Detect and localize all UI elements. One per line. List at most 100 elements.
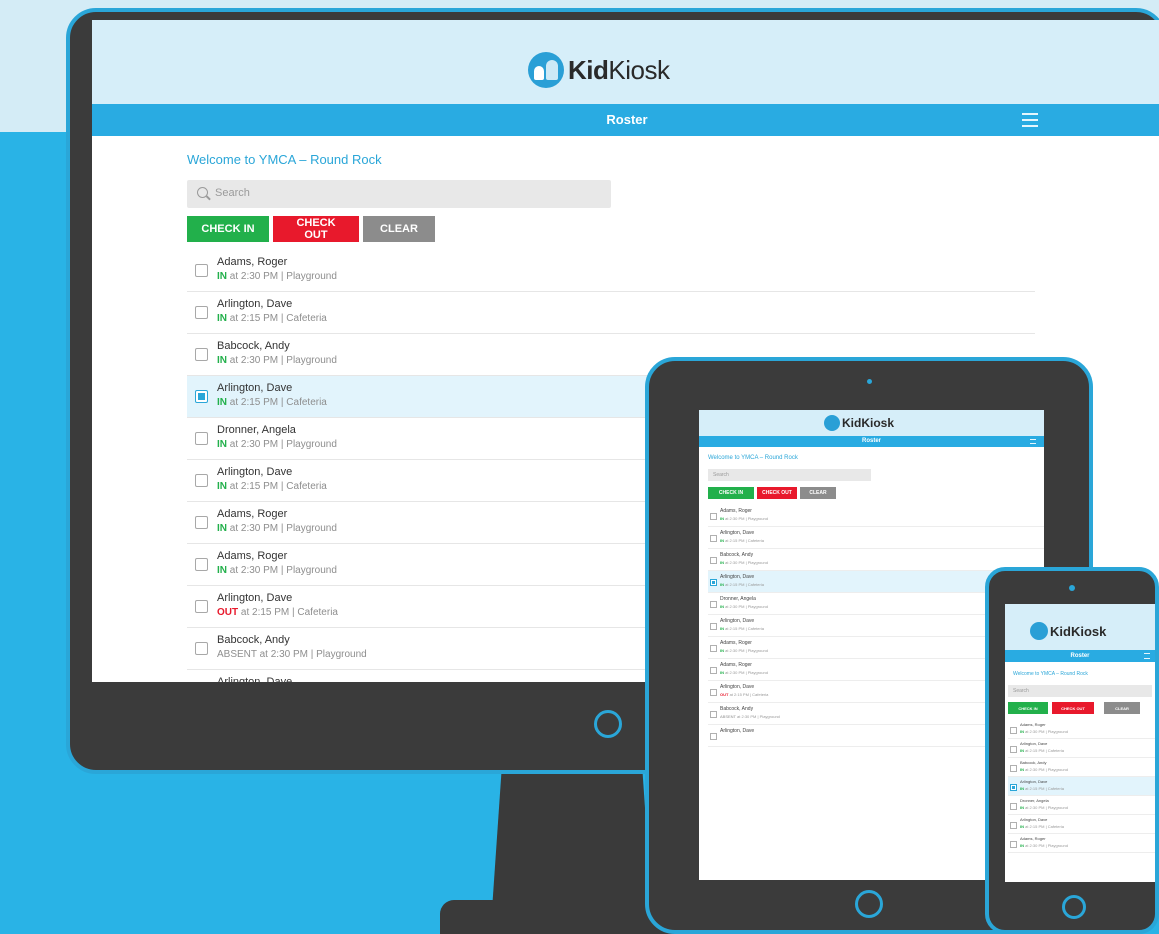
phone-roster-row[interactable]: Arlington, Dave IN at 2:15 PM | Cafeteria	[1008, 815, 1155, 834]
phone-child-name: Dronner, Angela	[1020, 798, 1049, 803]
tablet-status-detail: at 2:30 PM | Playground	[724, 648, 768, 653]
phone-roster-row[interactable]: Arlington, Dave IN at 2:15 PM | Cafeteria	[1008, 777, 1155, 796]
row-checkbox[interactable]	[195, 264, 208, 277]
tablet-status-detail: at 2:15 PM | Cafeteria	[728, 692, 769, 697]
tablet-search-input[interactable]: Search	[708, 469, 871, 481]
roster-row[interactable]: Arlington, Dave IN at 2:15 PM | Cafeteria	[187, 292, 1035, 334]
phone-row-checkbox[interactable]	[1010, 727, 1017, 734]
tablet-status-state: ABSENT	[720, 714, 736, 719]
tablet-row-checkbox[interactable]	[710, 535, 717, 542]
tablet-row-checkbox[interactable]	[710, 513, 717, 520]
tablet-child-name: Adams, Roger	[720, 662, 752, 668]
phone-home-button	[1062, 895, 1086, 919]
phone-row-checkbox[interactable]	[1010, 841, 1017, 848]
tablet-row-checkbox[interactable]	[710, 645, 717, 652]
tablet-status-detail: at 2:15 PM | Cafeteria	[724, 538, 764, 543]
row-checkbox[interactable]	[195, 348, 208, 361]
phone-check-out-button[interactable]: CHECK OUT	[1052, 702, 1094, 714]
clear-button[interactable]: CLEAR	[363, 216, 435, 242]
phone-roster-row[interactable]: Arlington, Dave IN at 2:15 PM | Cafeteria	[1008, 739, 1155, 758]
phone-child-name: Adams, Roger	[1020, 836, 1046, 841]
tablet-row-checkbox[interactable]	[710, 557, 717, 564]
tablet-row-checkbox[interactable]	[710, 711, 717, 718]
logo-text: KidKiosk	[568, 55, 670, 86]
tablet-check-in-button[interactable]: CHECK IN	[708, 487, 754, 499]
child-name: Adams, Roger	[217, 550, 288, 562]
tablet-child-name: Babcock, Andy	[720, 706, 754, 712]
phone-status-detail: at 2:30 PM | Playground	[1024, 805, 1068, 810]
phone-child-status: IN at 2:30 PM | Playground	[1020, 843, 1068, 848]
hamburger-menu-icon[interactable]	[1022, 113, 1038, 127]
status-state: IN	[217, 481, 227, 492]
phone-row-checkbox[interactable]	[1010, 746, 1017, 753]
row-checkbox[interactable]	[195, 600, 208, 613]
phone-row-checkbox[interactable]	[1010, 765, 1017, 772]
row-checkbox[interactable]	[195, 474, 208, 487]
tablet-row-checkbox[interactable]	[710, 579, 717, 586]
tablet-row-checkbox[interactable]	[710, 623, 717, 630]
kidkiosk-logo[interactable]: KidKiosk	[528, 52, 670, 88]
tablet-row-checkbox[interactable]	[710, 601, 717, 608]
tablet-status-detail: at 2:15 PM | Cafeteria	[724, 626, 764, 631]
phone-roster-row[interactable]: Dronner, Angela IN at 2:30 PM | Playgroun…	[1008, 796, 1155, 815]
tablet-action-buttons: CHECK IN CHECK OUT CLEAR	[708, 487, 1044, 499]
tablet-logo-icon	[824, 415, 840, 431]
tablet-row-checkbox[interactable]	[710, 689, 717, 696]
child-status: IN at 2:30 PM | Playground	[217, 439, 337, 450]
phone-status-detail: at 2:15 PM | Cafeteria	[1024, 824, 1064, 829]
tablet-logo[interactable]: KidKiosk	[824, 415, 894, 431]
status-state: IN	[217, 523, 227, 534]
row-checkbox[interactable]	[195, 390, 208, 403]
tablet-hamburger-menu-icon[interactable]	[1030, 439, 1036, 444]
phone-logo[interactable]: KidKiosk	[1030, 622, 1106, 640]
child-status: IN at 2:30 PM | Playground	[217, 565, 337, 576]
phone-search-input[interactable]: Search	[1008, 685, 1152, 697]
tablet-check-out-button[interactable]: CHECK OUT	[757, 487, 797, 499]
tablet-clear-button[interactable]: CLEAR	[800, 487, 836, 499]
status-state: IN	[217, 313, 227, 324]
search-input[interactable]	[213, 186, 597, 200]
child-name: Adams, Roger	[217, 508, 288, 520]
tablet-status-detail: at 2:30 PM | Playground	[724, 516, 768, 521]
row-checkbox[interactable]	[195, 516, 208, 529]
status-state: IN	[217, 355, 227, 366]
roster-row[interactable]: Adams, Roger IN at 2:30 PM | Playground	[187, 250, 1035, 292]
check-in-button[interactable]: CHECK IN	[187, 216, 269, 242]
phone-hamburger-menu-icon[interactable]	[1144, 653, 1150, 659]
tablet-row-checkbox[interactable]	[710, 667, 717, 674]
row-checkbox[interactable]	[195, 558, 208, 571]
phone-row-checkbox[interactable]	[1010, 803, 1017, 810]
phone-child-status: IN at 2:15 PM | Cafeteria	[1020, 786, 1064, 791]
child-status: IN at 2:30 PM | Playground	[217, 523, 337, 534]
tablet-welcome-text: Welcome to YMCA – Round Rock	[708, 455, 798, 461]
phone-check-in-button[interactable]: CHECK IN	[1008, 702, 1048, 714]
row-checkbox[interactable]	[195, 642, 208, 655]
tablet-roster-row[interactable]: Babcock, Andy IN at 2:30 PM | Playground	[708, 549, 1044, 571]
tablet-child-status: OUT at 2:15 PM | Cafeteria	[720, 692, 768, 697]
row-checkbox[interactable]	[195, 432, 208, 445]
tablet-nav-title: Roster	[861, 438, 881, 444]
status-detail: at 2:15 PM | Cafeteria	[227, 397, 327, 408]
phone-status-detail: at 2:15 PM | Cafeteria	[1024, 786, 1064, 791]
tablet-roster-row[interactable]: Arlington, Dave IN at 2:15 PM | Cafeteria	[708, 527, 1044, 549]
tablet-child-name: Arlington, Dave	[720, 530, 755, 536]
tablet-status-detail: at 2:30 PM | Playground	[735, 714, 780, 719]
row-checkbox[interactable]	[195, 306, 208, 319]
check-out-button[interactable]: CHECK OUT	[273, 216, 359, 242]
phone-roster-row[interactable]: Adams, Roger IN at 2:30 PM | Playground	[1008, 720, 1155, 739]
phone-row-checkbox[interactable]	[1010, 784, 1017, 791]
phone-row-checkbox[interactable]	[1010, 822, 1017, 829]
phone-status-detail: at 2:15 PM | Cafeteria	[1024, 748, 1064, 753]
welcome-text: Welcome to YMCA – Round Rock	[187, 152, 382, 167]
phone-roster-row[interactable]: Babcock, Andy IN at 2:30 PM | Playground	[1008, 758, 1155, 777]
phone-clear-button[interactable]: CLEAR	[1104, 702, 1140, 714]
tablet-roster-row[interactable]: Adams, Roger IN at 2:30 PM | Playground	[708, 505, 1044, 527]
phone-child-name: Babcock, Andy	[1020, 760, 1047, 765]
child-status: IN at 2:30 PM | Playground	[217, 355, 337, 366]
phone-welcome-text: Welcome to YMCA – Round Rock	[1013, 671, 1088, 677]
phone-roster-row[interactable]: Adams, Roger IN at 2:30 PM | Playground	[1008, 834, 1155, 853]
tablet-row-checkbox[interactable]	[710, 733, 717, 740]
tablet-child-name: Arlington, Dave	[720, 618, 755, 624]
status-detail: at 2:30 PM | Playground	[227, 565, 337, 576]
status-state: IN	[217, 397, 227, 408]
